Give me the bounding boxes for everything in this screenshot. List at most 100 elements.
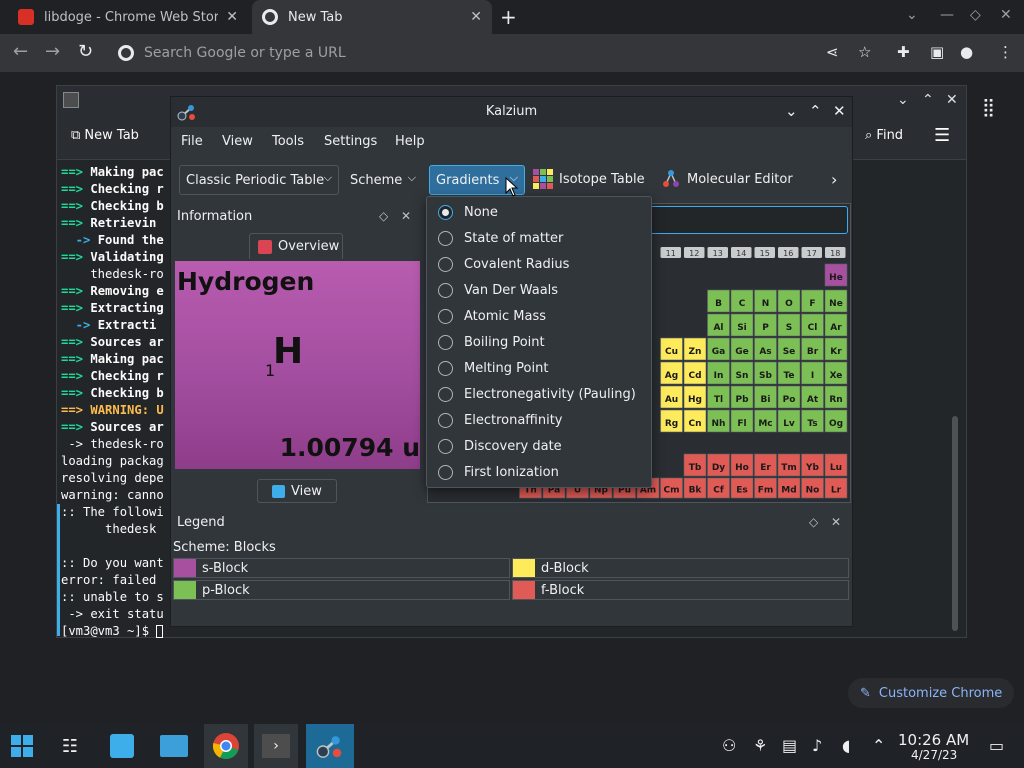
close-window-icon[interactable]: ✕	[833, 102, 846, 120]
element-sn[interactable]: Sn	[730, 361, 754, 385]
element-ho[interactable]: Ho	[730, 453, 754, 477]
element-al[interactable]: Al	[707, 313, 730, 337]
element-cu[interactable]: Cu	[660, 337, 683, 361]
tab-overview[interactable]: Overview	[249, 233, 343, 259]
gradient-option[interactable]: Electronaffinity	[427, 407, 651, 433]
element-fm[interactable]: Fm	[754, 477, 777, 499]
element-at[interactable]: At	[801, 385, 824, 409]
element-es[interactable]: Es	[730, 477, 754, 499]
close-window-icon[interactable]: ✕	[946, 92, 958, 108]
taskbar-chrome-app[interactable]	[204, 724, 248, 768]
maximize-icon[interactable]: ⌃	[922, 92, 934, 108]
taskbar-terminal-app[interactable]: ›	[254, 724, 298, 768]
close-dock-icon[interactable]: ✕	[401, 209, 411, 223]
element-tm[interactable]: Tm	[777, 453, 801, 477]
element-lr[interactable]: Lr	[824, 477, 848, 499]
customize-chrome-button[interactable]: ✎ Customize Chrome	[848, 678, 1015, 708]
element-tl[interactable]: Tl	[707, 385, 730, 409]
menu-file[interactable]: File	[181, 134, 203, 149]
minimize-icon[interactable]: ⌄	[897, 92, 909, 108]
gradient-option[interactable]: Boiling Point	[427, 329, 651, 355]
forward-arrow-icon[interactable]: →	[45, 41, 60, 62]
view-button[interactable]: View	[257, 479, 337, 503]
google-apps-grid-icon[interactable]: ⣿	[982, 97, 995, 118]
kalzium-titlebar[interactable]: Kalzium ⌄ ⌃ ✕	[171, 97, 852, 127]
menu-tools[interactable]: Tools	[272, 134, 304, 149]
element-cd[interactable]: Cd	[683, 361, 707, 385]
element-xe[interactable]: Xe	[824, 361, 848, 385]
browser-tab-webstore[interactable]: libdoge - Chrome Web Store ✕	[8, 0, 248, 34]
profile-avatar-icon[interactable]: ●	[960, 43, 973, 61]
maximize-icon[interactable]: ◇	[970, 7, 981, 23]
gradient-option[interactable]: Electronegativity (Pauling)	[427, 381, 651, 407]
hamburger-menu-icon[interactable]: ☰	[934, 125, 950, 146]
element-c[interactable]: C	[730, 289, 754, 313]
element-mc[interactable]: Mc	[754, 409, 777, 433]
volume-icon[interactable]: ◖	[842, 736, 850, 755]
element-ge[interactable]: Ge	[730, 337, 754, 361]
element-no[interactable]: No	[801, 477, 824, 499]
element-ne[interactable]: Ne	[824, 289, 848, 313]
float-dock-icon[interactable]: ◇	[809, 515, 818, 529]
gradient-option[interactable]: Atomic Mass	[427, 303, 651, 329]
menu-settings[interactable]: Settings	[324, 134, 377, 149]
terminal-new-tab-button[interactable]: ⧉ New Tab	[71, 128, 139, 143]
taskbar-discover-app[interactable]	[100, 724, 144, 768]
extensions-puzzle-icon[interactable]: ✚	[897, 43, 910, 61]
element-ag[interactable]: Ag	[660, 361, 683, 385]
toolbar-overflow-chevron-icon[interactable]: ›	[831, 170, 837, 189]
element-lu[interactable]: Lu	[824, 453, 848, 477]
element-fl[interactable]: Fl	[730, 409, 754, 433]
close-dock-icon[interactable]: ✕	[831, 515, 841, 529]
molecular-editor-button[interactable]: Molecular Editor	[661, 169, 793, 189]
minimize-icon[interactable]: ⌄	[785, 102, 798, 120]
element-cn[interactable]: Cn	[683, 409, 707, 433]
element-p[interactable]: P	[754, 313, 777, 337]
tray-expand-chevron-icon[interactable]: ⌃	[872, 736, 885, 755]
accessibility-icon[interactable]: ⚘	[753, 736, 767, 755]
show-desktop-icon[interactable]: ▭	[989, 736, 1004, 755]
reload-icon[interactable]: ↻	[78, 41, 93, 62]
element-si[interactable]: Si	[730, 313, 754, 337]
float-dock-icon[interactable]: ◇	[379, 209, 388, 223]
element-ts[interactable]: Ts	[801, 409, 824, 433]
element-o[interactable]: O	[777, 289, 801, 313]
terminal-scrollbar[interactable]	[952, 416, 958, 631]
gradient-option[interactable]: State of matter	[427, 225, 651, 251]
element-cl[interactable]: Cl	[801, 313, 824, 337]
gradient-option[interactable]: Covalent Radius	[427, 251, 651, 277]
share-icon[interactable]: ⋖	[826, 43, 839, 61]
element-rg[interactable]: Rg	[660, 409, 683, 433]
element-br[interactable]: Br	[801, 337, 824, 361]
element-cm[interactable]: Cm	[660, 477, 683, 499]
element-f[interactable]: F	[801, 289, 824, 313]
element-au[interactable]: Au	[660, 385, 683, 409]
element-sb[interactable]: Sb	[754, 361, 777, 385]
element-yb[interactable]: Yb	[801, 453, 824, 477]
close-tab-icon[interactable]: ✕	[226, 9, 238, 25]
omnibox[interactable]: Search Google or type a URL	[110, 38, 810, 68]
element-nh[interactable]: Nh	[707, 409, 730, 433]
side-panel-icon[interactable]: ▣	[930, 43, 944, 61]
bookmark-star-icon[interactable]: ☆	[858, 43, 871, 61]
taskbar-kalzium-app[interactable]	[306, 724, 354, 768]
element-bk[interactable]: Bk	[683, 477, 707, 499]
chrome-menu-kebab-icon[interactable]: ⋮	[998, 43, 1013, 61]
element-kr[interactable]: Kr	[824, 337, 848, 361]
menu-help[interactable]: Help	[395, 134, 425, 149]
maximize-icon[interactable]: ⌃	[809, 102, 822, 120]
element-n[interactable]: N	[754, 289, 777, 313]
element-he[interactable]: He	[824, 263, 848, 287]
gradient-option[interactable]: Melting Point	[427, 355, 651, 381]
clock-time[interactable]: 10:26 AM	[898, 731, 969, 749]
table-type-combo[interactable]: Classic Periodic Table ⌵	[179, 165, 339, 195]
element-er[interactable]: Er	[754, 453, 777, 477]
gradient-option[interactable]: None	[427, 199, 651, 225]
element-lv[interactable]: Lv	[777, 409, 801, 433]
close-tab-icon[interactable]: ✕	[470, 9, 482, 25]
element-ar[interactable]: Ar	[824, 313, 848, 337]
minimize-icon[interactable]: —	[940, 7, 954, 23]
menu-view[interactable]: View	[222, 134, 253, 149]
taskbar-files-app[interactable]	[152, 724, 196, 768]
element-as[interactable]: As	[754, 337, 777, 361]
